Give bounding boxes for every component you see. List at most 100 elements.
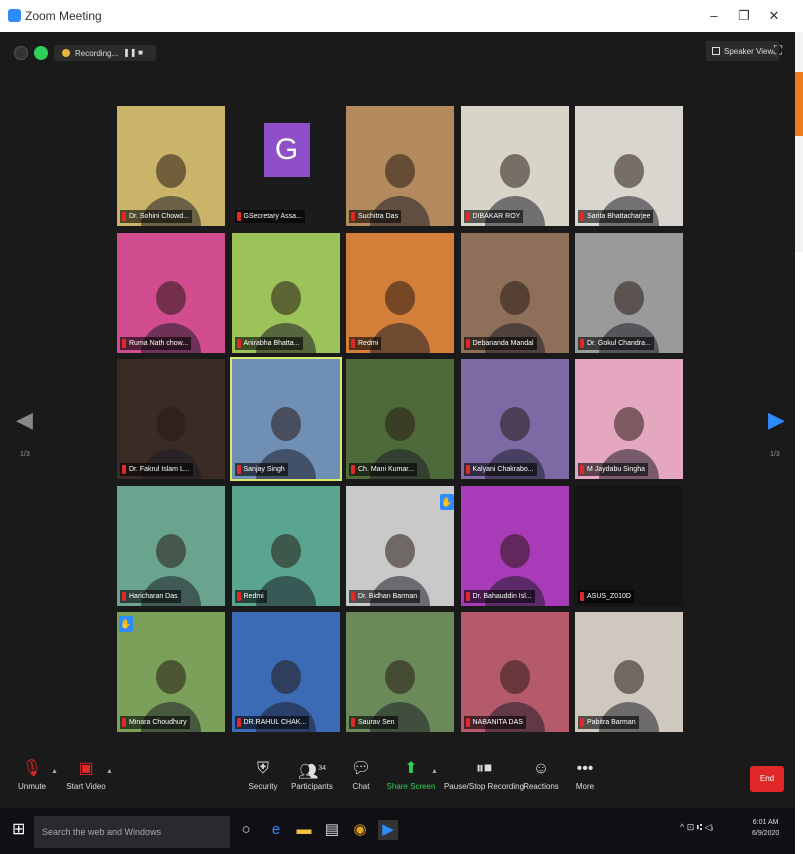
next-page-icon[interactable]: ▶ <box>768 405 785 435</box>
restore-button[interactable]: ❐ <box>733 6 755 26</box>
participant-nameplate: Redmi <box>234 589 267 603</box>
participant-nameplate: Kalyani Chakrabo... <box>463 463 537 476</box>
participant-figure <box>614 280 644 315</box>
muted-microphone-icon <box>122 338 126 348</box>
participant-tile[interactable]: Pabitra Barman <box>575 612 683 732</box>
speaker-view-button[interactable]: Speaker View <box>706 41 780 61</box>
recording-dot-icon <box>62 49 70 57</box>
participant-name: Sanjay Singh <box>243 466 285 473</box>
system-tray[interactable]: ^ ⊡ ⑆ ◁ᵢ <box>680 822 713 833</box>
participant-name: M Jaydabu Singha <box>587 466 645 473</box>
muted-microphone-icon <box>580 465 584 474</box>
participant-tile[interactable]: Ruma Nath chow... <box>117 232 225 353</box>
participant-tile[interactable]: Minara Choudhury <box>117 612 225 732</box>
participant-name: Dr. Gokul Chandra... <box>587 339 651 347</box>
participant-figure <box>385 533 415 568</box>
participant-tile[interactable]: Sarita Bhattacharjee <box>575 106 683 226</box>
security-shield-icon: ⛨ <box>256 760 269 777</box>
participants-count: 34 <box>318 765 327 772</box>
participant-tile[interactable]: Kalyani Chakrabo... <box>460 359 569 479</box>
minimize-button[interactable]: – <box>703 6 725 26</box>
participant-figure <box>270 407 301 441</box>
participant-tile[interactable]: Anirabha Bhatta... <box>231 232 340 353</box>
previous-page-icon[interactable]: ◀ <box>16 405 33 435</box>
participant-tile[interactable]: Haricharan Das <box>117 485 225 606</box>
store-icon[interactable]: ▤ <box>322 820 342 840</box>
participant-tile[interactable]: Sanjay Singh <box>229 357 342 481</box>
participant-tile[interactable]: NABANITA DAS <box>460 612 569 732</box>
chat-button[interactable]: 💬︎ Chat <box>333 756 389 800</box>
meeting-toolbar: 🎙︎ Unmute ▲ ▣ Start Video ▲ ⛨ Security 👥… <box>8 752 791 804</box>
file-explorer-icon[interactable]: ▬ <box>294 820 314 840</box>
muted-microphone-icon <box>351 338 355 348</box>
stop-icon[interactable]: ■ <box>138 48 148 58</box>
participant-tile[interactable]: G GSecretary Assa... <box>231 106 340 226</box>
participant-tile[interactable]: DIBAKAR ROY <box>460 106 569 226</box>
start-video-button[interactable]: ▣ Start Video <box>58 756 114 800</box>
participant-tile[interactable]: Dr. Bidhan Barman <box>346 485 454 606</box>
participant-name: NABANITA DAS <box>472 719 523 726</box>
video-options-caret-icon[interactable]: ▲ <box>106 768 113 775</box>
participant-figure <box>156 660 186 694</box>
participant-name: Saurav Sen <box>358 719 395 726</box>
audio-options-caret-icon[interactable]: ▲ <box>51 768 58 775</box>
chrome-icon[interactable]: ◉ <box>350 820 370 840</box>
muted-microphone-icon <box>465 212 470 221</box>
participant-figure <box>614 407 644 441</box>
muted-microphone-icon <box>351 465 355 474</box>
muted-microphone-icon <box>122 465 126 474</box>
participant-tile[interactable]: Dr. Sohini Chowd... <box>117 106 225 226</box>
taskbar-search-input[interactable]: Search the web and Windows <box>34 816 230 848</box>
participant-tile[interactable]: ASUS_Z010D <box>575 485 683 606</box>
shield-icon[interactable] <box>34 46 48 60</box>
share-screen-button[interactable]: ⬆ Share Screen <box>383 756 439 800</box>
participant-tile[interactable]: M Jaydabu Singha <box>575 359 683 479</box>
participant-name: DR.RAHUL CHAK... <box>243 719 307 726</box>
participant-tile[interactable]: Redmi <box>231 485 340 606</box>
meeting-info-icon[interactable] <box>14 46 28 60</box>
muted-microphone-icon <box>122 718 126 727</box>
participant-tile[interactable]: Dr. Fakrul Islam L... <box>117 359 225 479</box>
close-button[interactable]: ✕ <box>763 6 785 26</box>
participant-figure <box>156 533 186 568</box>
zoom-taskbar-icon[interactable]: ▶ <box>378 820 398 840</box>
participant-name: Redmi <box>243 592 264 600</box>
end-meeting-button[interactable]: End <box>750 766 784 792</box>
muted-microphone-icon <box>236 718 241 727</box>
muted-microphone-icon <box>236 338 241 348</box>
more-icon: ••• <box>576 760 594 777</box>
raised-hand-icon: ✋ <box>440 494 454 510</box>
muted-microphone-icon <box>465 338 470 348</box>
participant-nameplate: Suchitra Das <box>349 210 402 223</box>
participant-figure <box>385 660 415 694</box>
participant-tile[interactable]: Ch. Mani Kumar... <box>346 359 454 479</box>
participant-nameplate: Dr. Fakrul Islam L... <box>120 463 193 476</box>
security-button[interactable]: ⛨ Security <box>235 756 291 800</box>
participant-tile[interactable]: Dr. Gokul Chandra... <box>575 232 683 353</box>
participants-button[interactable]: 👥︎34 Participants <box>284 756 340 800</box>
participant-name: Debananda Mandal <box>472 339 534 347</box>
participant-tile[interactable]: DR.RAHUL CHAK... <box>231 612 340 732</box>
participant-tile[interactable]: Redmi <box>346 232 454 353</box>
more-button[interactable]: ••• More <box>557 756 613 800</box>
unmute-button[interactable]: 🎙︎ Unmute <box>4 756 60 800</box>
participant-tile[interactable]: Saurav Sen <box>346 612 454 732</box>
participant-tile[interactable]: Debananda Mandal <box>460 232 569 353</box>
participant-tile[interactable]: Suchitra Das <box>346 106 454 226</box>
edge-browser-icon[interactable]: e <box>266 820 286 840</box>
participant-name: DIBAKAR ROY <box>472 213 521 220</box>
share-options-caret-icon[interactable]: ▲ <box>431 768 438 775</box>
participant-nameplate: Ruma Nath chow... <box>120 336 192 350</box>
task-view-icon[interactable]: ○ <box>236 820 256 840</box>
participant-name: GSecretary Assa... <box>243 213 302 220</box>
pause-icon[interactable]: ❚❚ <box>123 48 136 58</box>
participant-figure <box>156 154 186 188</box>
fullscreen-icon[interactable]: ⛶ <box>771 43 785 57</box>
participant-nameplate: NABANITA DAS <box>463 716 526 729</box>
taskbar-clock[interactable]: 6:01 AM 6/9/2020 <box>752 817 779 839</box>
windows-start-icon[interactable]: ⊞ <box>12 822 28 838</box>
participant-name: Dr. Fakrul Islam L... <box>129 466 190 473</box>
video-grid: Dr. Sohini Chowd... G GSecretary Assa... Su… <box>117 106 685 736</box>
zoom-app-icon <box>8 9 21 22</box>
participant-tile[interactable]: Dr. Bahauddin Isl... <box>460 485 569 606</box>
